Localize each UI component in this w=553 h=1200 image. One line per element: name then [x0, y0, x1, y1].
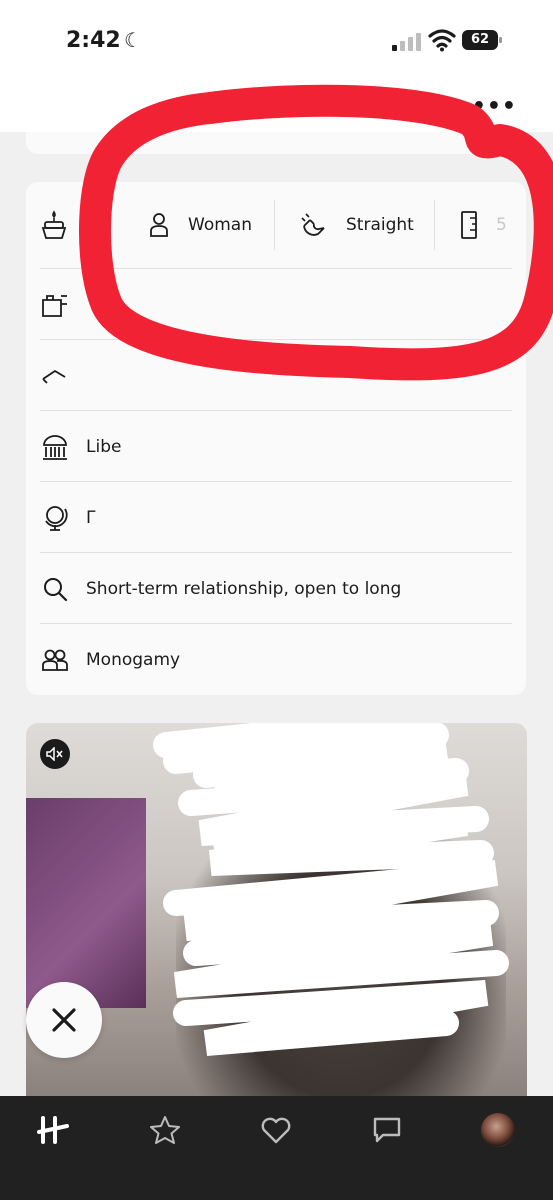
- tab-likes[interactable]: [256, 1110, 296, 1150]
- graduation-cap-icon: [40, 361, 70, 391]
- job-row: [40, 268, 512, 340]
- politics-row: Libe: [40, 410, 512, 482]
- status-bar: 2:42 ☾ 62: [0, 0, 553, 78]
- bottom-tab-bar: [0, 1096, 553, 1200]
- politics-label: Libe: [86, 436, 122, 457]
- star-icon: [150, 1116, 180, 1144]
- relationship-type-label: Monogamy: [86, 649, 181, 670]
- tab-matches[interactable]: [367, 1110, 407, 1150]
- age-chip: [40, 182, 68, 268]
- redaction-scribble: [153, 723, 509, 1056]
- height-chip: 5: [460, 182, 507, 268]
- heart-icon: [261, 1117, 291, 1144]
- mute-toggle-button[interactable]: [40, 739, 70, 769]
- profile-video[interactable]: [26, 723, 527, 1103]
- religion-label: Γ: [86, 507, 96, 528]
- briefcase-icon: [40, 290, 70, 320]
- vitals-chips-row[interactable]: Woman Straight 5: [26, 182, 526, 268]
- people-icon: [40, 645, 70, 675]
- dating-intention-row: Short-term relationship, open to long: [40, 552, 512, 624]
- gender-label: Woman: [188, 215, 252, 235]
- signal-icon: [392, 33, 422, 51]
- speaker-muted-icon: [46, 747, 63, 761]
- height-label: 5: [496, 215, 507, 235]
- relationship-type-row: Monogamy: [40, 623, 512, 695]
- previous-card: [26, 132, 526, 154]
- chip-divider: [434, 200, 435, 250]
- education-row: [40, 339, 512, 411]
- ruler-icon: [461, 211, 477, 239]
- cake-icon: [41, 210, 67, 239]
- sexuality-chip: Straight: [298, 182, 414, 268]
- avatar: [481, 1113, 515, 1147]
- chat-icon: [373, 1117, 401, 1143]
- institution-icon: [40, 432, 70, 462]
- sexuality-label: Straight: [346, 215, 414, 235]
- tab-home[interactable]: [34, 1110, 74, 1150]
- gender-chip: Woman: [148, 182, 252, 268]
- header-bar: •••: [0, 78, 553, 132]
- hinge-logo-icon: [37, 1116, 69, 1144]
- moon-icon: ☾: [124, 28, 142, 52]
- chip-divider: [274, 200, 275, 250]
- battery-indicator: 62: [462, 30, 502, 50]
- dating-intention-label: Short-term relationship, open to long: [86, 578, 402, 599]
- skip-button[interactable]: [26, 982, 102, 1058]
- person-icon: [150, 213, 168, 237]
- profile-details-card: Woman Straight 5 Libe Γ Short-term relat…: [26, 182, 526, 695]
- tab-standouts[interactable]: [145, 1110, 185, 1150]
- more-options-button[interactable]: •••: [472, 94, 517, 119]
- tab-profile[interactable]: [478, 1110, 518, 1150]
- magnet-icon: [301, 213, 325, 236]
- globe-icon: [40, 503, 70, 533]
- wifi-icon: [428, 29, 456, 52]
- search-icon: [40, 574, 70, 604]
- close-icon: [52, 1008, 76, 1032]
- status-time: 2:42: [66, 28, 121, 53]
- religion-row: Γ: [40, 481, 512, 553]
